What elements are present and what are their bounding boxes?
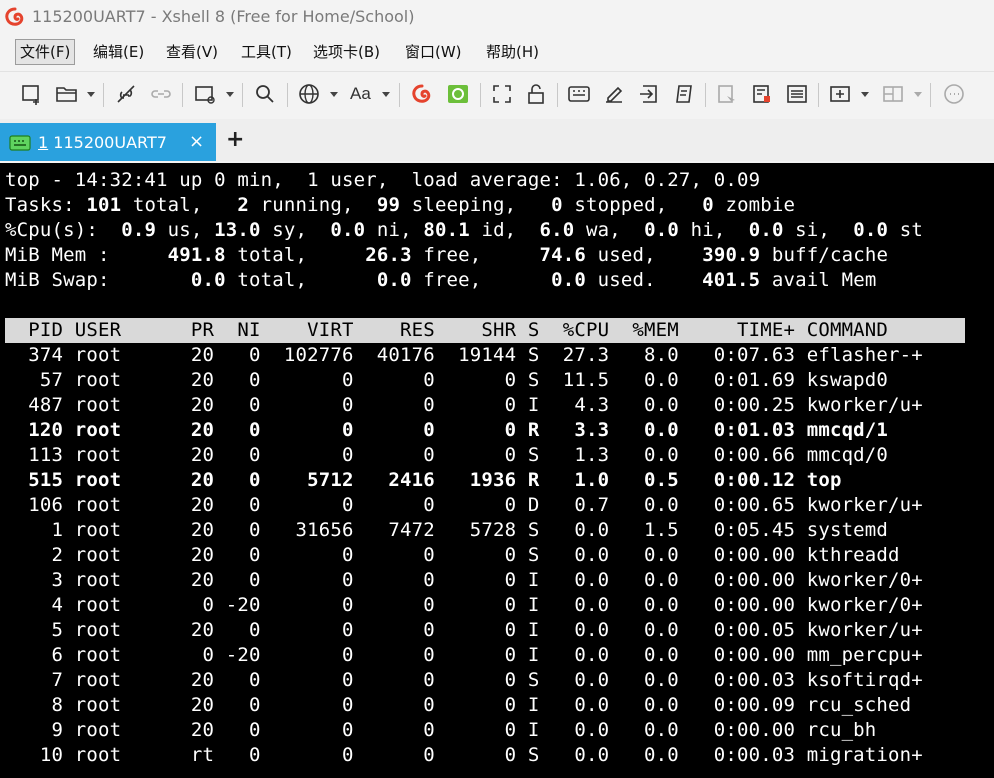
script-icon[interactable]: [672, 82, 696, 106]
top-swap-line: MiB Swap: 0.0 total, 0.0 free, 0.0 used.…: [5, 269, 877, 291]
title-bar: 115200UART7 - Xshell 8 (Free for Home/Sc…: [0, 0, 994, 34]
table-row: 7 root 20 0 0 0 0 S 0.0 0.0 0:00.03 ksof…: [5, 669, 923, 691]
send-icon[interactable]: [715, 82, 739, 106]
xftp-icon[interactable]: [446, 82, 470, 106]
font-icon[interactable]: Aa: [350, 82, 374, 106]
layout-dropdown-icon[interactable]: [914, 92, 922, 97]
top-cpu-line: %Cpu(s): 0.9 us, 13.0 sy, 0.0 ni, 80.1 i…: [5, 219, 923, 241]
keyboard-icon[interactable]: [567, 82, 591, 106]
open-dropdown-icon[interactable]: [87, 92, 95, 97]
table-row: 106 root 20 0 0 0 0 D 0.7 0.0 0:00.65 kw…: [5, 494, 923, 516]
menu-edit[interactable]: 编辑(E): [89, 40, 148, 64]
font-dropdown-icon[interactable]: [382, 92, 390, 97]
terminal-output[interactable]: top - 14:32:41 up 0 min, 1 user, load av…: [0, 163, 994, 778]
top-mem-line: MiB Mem : 491.8 total, 26.3 free, 74.6 u…: [5, 244, 889, 266]
table-row: 487 root 20 0 0 0 0 I 4.3 0.0 0:00.25 kw…: [5, 394, 923, 416]
table-row: 3 root 20 0 0 0 0 I 0.0 0.0 0:00.00 kwor…: [5, 569, 923, 591]
top-tasks-line: Tasks: 101 total, 2 running, 99 sleeping…: [5, 194, 796, 216]
menu-help[interactable]: 帮助(H): [482, 40, 543, 64]
menu-bar: 文件(F) 编辑(E) 查看(V) 工具(T) 选项卡(B) 窗口(W) 帮助(…: [0, 34, 994, 72]
menu-file[interactable]: 文件(F): [15, 39, 76, 65]
table-row: 57 root 20 0 0 0 0 S 11.5 0.0 0:01.69 ks…: [5, 369, 889, 391]
globe-dropdown-icon[interactable]: [330, 92, 338, 97]
table-row: 4 root 0 -20 0 0 0 I 0.0 0.0 0:00.00 kwo…: [5, 594, 923, 616]
tab-label: 1 115200UART7: [38, 133, 167, 152]
table-row: 2 root 20 0 0 0 0 S 0.0 0.0 0:00.00 kthr…: [5, 544, 900, 566]
tab-bar: 1 115200UART7 × +: [0, 119, 994, 161]
table-row: 120 root 20 0 0 0 0 R 3.3 0.0 0:01.03 mm…: [5, 419, 889, 441]
table-row: 1 root 20 0 31656 7472 5728 S 0.0 1.5 0:…: [5, 519, 889, 541]
table-row: 6 root 0 -20 0 0 0 I 0.0 0.0 0:00.00 mm_…: [5, 644, 923, 666]
window-dropdown-icon[interactable]: [226, 92, 234, 97]
disconnect-icon[interactable]: [114, 82, 138, 106]
log-icon[interactable]: [785, 82, 809, 106]
open-folder-icon[interactable]: [55, 82, 79, 106]
new-window-icon[interactable]: [193, 82, 217, 106]
tab-115200uart7[interactable]: 1 115200UART7 ×: [0, 123, 216, 161]
menu-window[interactable]: 窗口(W): [401, 40, 466, 64]
table-row: 8 root 20 0 0 0 0 I 0.0 0.0 0:00.09 rcu_…: [5, 694, 912, 716]
menu-view[interactable]: 查看(V): [162, 40, 222, 64]
find-icon[interactable]: [253, 82, 277, 106]
new-tab-button[interactable]: +: [226, 127, 244, 152]
chat-icon[interactable]: [942, 82, 966, 106]
close-icon[interactable]: ×: [189, 131, 204, 152]
record-icon[interactable]: [750, 82, 774, 106]
table-row: 113 root 20 0 0 0 0 S 1.3 0.0 0:00.66 mm…: [5, 444, 889, 466]
reconnect-icon[interactable]: [149, 82, 173, 106]
serial-connected-icon: [9, 135, 31, 151]
table-row: 374 root 20 0 102776 40176 19144 S 27.3 …: [5, 344, 923, 366]
table-row: 515 root 20 0 5712 2416 1936 R 1.0 0.5 0…: [5, 469, 842, 491]
toolbar: Aa: [0, 72, 994, 118]
table-row: 10 root rt 0 0 0 0 S 0.0 0.0 0:00.03 mig…: [5, 744, 923, 766]
table-row: 9 root 20 0 0 0 0 I 0.0 0.0 0:00.00 rcu_…: [5, 719, 877, 741]
menu-tools[interactable]: 工具(T): [237, 40, 296, 64]
globe-icon[interactable]: [297, 82, 321, 106]
lock-icon[interactable]: [524, 82, 548, 106]
menu-tabs[interactable]: 选项卡(B): [309, 40, 384, 64]
table-row: 5 root 20 0 0 0 0 I 0.0 0.0 0:00.05 kwor…: [5, 619, 923, 641]
xshell-icon[interactable]: [410, 82, 434, 106]
transfer-icon[interactable]: [637, 82, 661, 106]
layout-icon[interactable]: [881, 82, 905, 106]
process-table-header: PID USER PR NI VIRT RES SHR S %CPU %MEM …: [5, 319, 947, 341]
top-uptime-line: top - 14:32:41 up 0 min, 1 user, load av…: [5, 169, 761, 191]
fullscreen-icon[interactable]: [490, 82, 514, 106]
add-tab-dropdown-icon[interactable]: [861, 92, 869, 97]
compose-icon[interactable]: [602, 82, 626, 106]
xshell-logo-icon: [5, 7, 24, 26]
new-session-icon[interactable]: [20, 82, 44, 106]
window-title: 115200UART7 - Xshell 8 (Free for Home/Sc…: [32, 7, 415, 26]
add-tab-icon[interactable]: [828, 82, 852, 106]
